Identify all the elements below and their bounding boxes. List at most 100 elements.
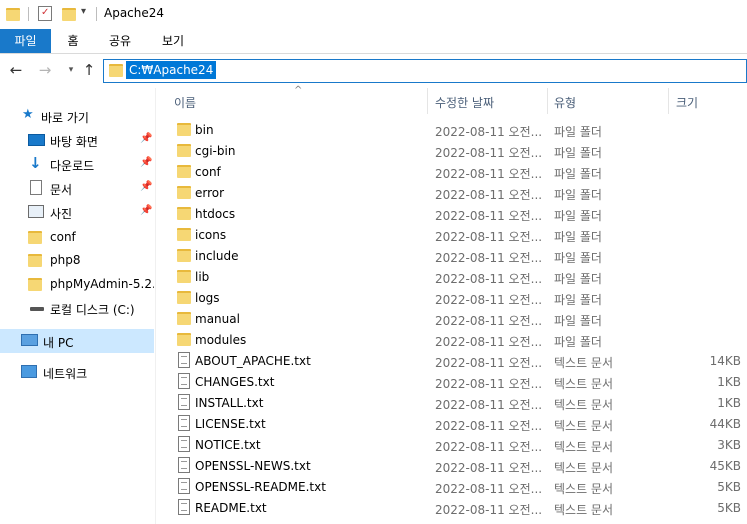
file-name: OPENSSL-NEWS.txt bbox=[195, 459, 311, 473]
star-icon: ★ bbox=[22, 107, 34, 122]
ribbon: 파일 홈 공유 보기 bbox=[0, 29, 747, 54]
file-date: 2022-08-11 오전... bbox=[435, 356, 543, 370]
separator bbox=[96, 7, 97, 21]
file-size: 1KB bbox=[717, 375, 741, 389]
customize-toolbar-icon[interactable]: ▾ bbox=[81, 6, 86, 17]
nav-label: 네트워크 bbox=[43, 367, 88, 381]
file-type: 텍스트 문서 bbox=[554, 398, 614, 412]
file-date: 2022-08-11 오전... bbox=[435, 146, 543, 160]
back-icon[interactable]: ← bbox=[7, 60, 25, 80]
file-row[interactable]: ABOUT_APACHE.txt 2022-08-11 오전... 텍스트 문서 14… bbox=[156, 350, 747, 371]
pictures-icon bbox=[28, 205, 44, 218]
nav-item-desktop[interactable]: 바탕 화면 📌 bbox=[0, 129, 154, 151]
file-size: 5KB bbox=[717, 480, 741, 494]
file-row[interactable]: error 2022-08-11 오전... 파일 폴더 bbox=[156, 182, 747, 203]
file-type: 텍스트 문서 bbox=[554, 482, 614, 496]
text-file-icon bbox=[178, 415, 190, 431]
file-type: 파일 폴더 bbox=[554, 146, 602, 160]
nav-item-pictures[interactable]: 사진 📌 bbox=[0, 201, 154, 223]
forward-icon[interactable]: → bbox=[36, 60, 54, 80]
file-name: manual bbox=[195, 312, 240, 326]
column-divider[interactable] bbox=[668, 88, 669, 114]
file-type: 파일 폴더 bbox=[554, 293, 602, 307]
title-bar: ✓ ▾ Apache24 bbox=[0, 0, 747, 28]
file-row[interactable]: conf 2022-08-11 오전... 파일 폴더 bbox=[156, 161, 747, 182]
file-date: 2022-08-11 오전... bbox=[435, 314, 543, 328]
nav-item-documents[interactable]: 문서 📌 bbox=[0, 177, 154, 199]
file-row[interactable]: OPENSSL-NEWS.txt 2022-08-11 오전... 텍스트 문서 45… bbox=[156, 455, 747, 476]
file-row[interactable]: modules 2022-08-11 오전... 파일 폴더 bbox=[156, 329, 747, 350]
file-name: htdocs bbox=[195, 207, 236, 221]
column-date[interactable]: 수정한 날짜 bbox=[435, 94, 494, 111]
file-name: error bbox=[195, 186, 225, 200]
nav-item-php8[interactable]: php8 bbox=[0, 249, 154, 271]
pin-icon: 📌 bbox=[140, 157, 153, 168]
file-row[interactable]: README.txt 2022-08-11 오전... 텍스트 문서 5KB bbox=[156, 497, 747, 518]
file-type: 파일 폴더 bbox=[554, 188, 602, 202]
nav-item-this-pc[interactable]: 내 PC bbox=[0, 329, 154, 353]
file-row[interactable]: INSTALL.txt 2022-08-11 오전... 텍스트 문서 1KB bbox=[156, 392, 747, 413]
file-row[interactable]: include 2022-08-11 오전... 파일 폴더 bbox=[156, 245, 747, 266]
nav-item-conf[interactable]: conf bbox=[0, 226, 154, 248]
file-type: 텍스트 문서 bbox=[554, 377, 614, 391]
folder-icon bbox=[177, 165, 191, 178]
file-row[interactable]: CHANGES.txt 2022-08-11 오전... 텍스트 문서 1KB bbox=[156, 371, 747, 392]
file-row[interactable]: LICENSE.txt 2022-08-11 오전... 텍스트 문서 44KB bbox=[156, 413, 747, 434]
tab-share[interactable]: 공유 bbox=[104, 29, 136, 53]
file-row[interactable]: NOTICE.txt 2022-08-11 오전... 텍스트 문서 3KB bbox=[156, 434, 747, 455]
file-row[interactable]: lib 2022-08-11 오전... 파일 폴더 bbox=[156, 266, 747, 287]
folder-icon bbox=[28, 278, 42, 291]
nav-quick-access[interactable]: ★ 바로 가기 bbox=[0, 105, 154, 127]
file-row[interactable]: OPENSSL-README.txt 2022-08-11 오전... 텍스트 문서… bbox=[156, 476, 747, 497]
text-file-icon bbox=[178, 457, 190, 473]
nav-item-network[interactable]: 네트워크 bbox=[0, 361, 154, 383]
address-path[interactable]: C:₩Apache24 bbox=[126, 61, 217, 79]
file-date: 2022-08-11 오전... bbox=[435, 230, 543, 244]
folder-icon bbox=[177, 144, 191, 157]
tab-home[interactable]: 홈 bbox=[58, 29, 88, 53]
column-size[interactable]: 크기 bbox=[676, 94, 698, 111]
file-name: OPENSSL-README.txt bbox=[195, 480, 326, 494]
column-name[interactable]: 이름 bbox=[174, 94, 196, 111]
nav-item-phpmyadmin[interactable]: phpMyAdmin-5.2.0 bbox=[0, 273, 154, 295]
nav-label: conf bbox=[50, 230, 76, 244]
file-row[interactable]: cgi-bin 2022-08-11 오전... 파일 폴더 bbox=[156, 140, 747, 161]
new-folder-icon[interactable] bbox=[62, 8, 76, 21]
sort-arrow-icon: ^ bbox=[294, 85, 303, 96]
file-row[interactable]: htdocs 2022-08-11 오전... 파일 폴더 bbox=[156, 203, 747, 224]
folder-icon bbox=[6, 8, 20, 21]
file-name: LICENSE.txt bbox=[195, 417, 266, 431]
tab-file[interactable]: 파일 bbox=[0, 29, 51, 53]
file-row[interactable]: icons 2022-08-11 오전... 파일 폴더 bbox=[156, 224, 747, 245]
file-type: 텍스트 문서 bbox=[554, 356, 614, 370]
column-type[interactable]: 유형 bbox=[554, 94, 576, 111]
tab-view[interactable]: 보기 bbox=[157, 29, 189, 53]
file-type: 텍스트 문서 bbox=[554, 440, 614, 454]
file-name: NOTICE.txt bbox=[195, 438, 261, 452]
file-name: bin bbox=[195, 123, 214, 137]
text-file-icon bbox=[178, 373, 190, 389]
file-row[interactable]: logs 2022-08-11 오전... 파일 폴더 bbox=[156, 287, 747, 308]
computer-icon bbox=[21, 334, 38, 346]
column-divider[interactable] bbox=[427, 88, 428, 114]
nav-label: 바로 가기 bbox=[41, 111, 89, 125]
file-size: 14KB bbox=[709, 354, 741, 368]
file-size: 3KB bbox=[717, 438, 741, 452]
file-type: 파일 폴더 bbox=[554, 314, 602, 328]
file-date: 2022-08-11 오전... bbox=[435, 419, 543, 433]
nav-label: 바탕 화면 bbox=[50, 135, 98, 149]
file-date: 2022-08-11 오전... bbox=[435, 482, 543, 496]
nav-label: phpMyAdmin-5.2.0 bbox=[50, 277, 154, 291]
column-divider[interactable] bbox=[547, 88, 548, 114]
file-row[interactable]: manual 2022-08-11 오전... 파일 폴더 bbox=[156, 308, 747, 329]
nav-item-local-disk[interactable]: 로컬 디스크 (C:) bbox=[0, 297, 154, 319]
document-icon bbox=[30, 180, 42, 195]
file-type: 파일 폴더 bbox=[554, 335, 602, 349]
file-row[interactable]: bin 2022-08-11 오전... 파일 폴더 bbox=[156, 119, 747, 140]
up-icon[interactable]: ↑ bbox=[80, 60, 98, 80]
properties-icon[interactable]: ✓ bbox=[38, 6, 52, 21]
recent-locations-icon[interactable]: ▾ bbox=[62, 60, 80, 80]
folder-icon bbox=[177, 312, 191, 325]
nav-item-downloads[interactable]: ↓ 다운로드 📌 bbox=[0, 153, 154, 175]
text-file-icon bbox=[178, 499, 190, 515]
